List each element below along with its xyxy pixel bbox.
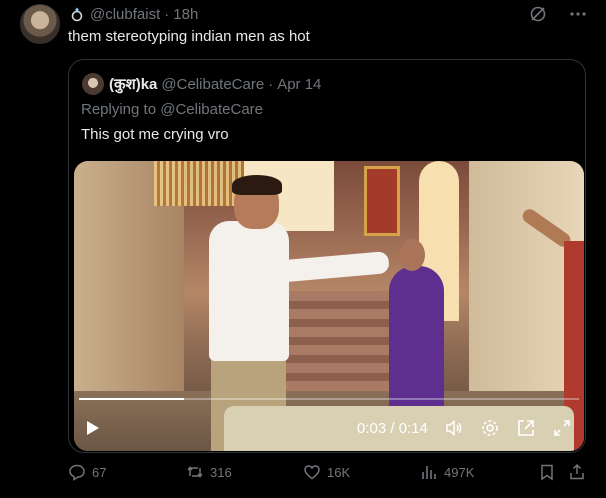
post-top-actions [528,4,588,24]
like-count: 16K [327,464,351,480]
quoted-avatar[interactable] [82,73,104,95]
reply-count: 67 [92,464,107,480]
replying-to: Replying to @CelibateCare [81,101,263,118]
share-icon [568,463,586,481]
play-icon[interactable] [82,418,102,438]
repost-count: 316 [210,464,232,480]
video-control-icons [444,418,572,438]
repost-icon [186,463,204,481]
views-count: 497K [444,464,475,480]
video-controls: 0:03 / 0:14 [74,413,584,443]
post[interactable]: @clubfaist · 18h them stereotyping india… [0,0,606,498]
reply-button[interactable]: 67 [68,463,106,481]
replying-mention[interactable]: @CelibateCare [160,101,263,118]
ring-icon [68,5,86,23]
mute-conversation-icon[interactable] [528,4,548,24]
post-actions: 67 316 16K 497K [68,463,592,483]
post-handle[interactable]: @clubfaist [90,6,160,23]
post-header: @clubfaist · 18h [68,4,198,24]
post-time[interactable]: 18h [173,6,198,23]
settings-icon[interactable] [480,418,500,438]
avatar[interactable] [20,4,60,44]
replying-prefix: Replying to [81,101,157,118]
quoted-handle[interactable]: @CelibateCare [161,76,264,93]
quoted-header: (कुश)ka @CelibateCare · Apr 14 [109,74,321,94]
volume-icon[interactable] [444,418,464,438]
post-text: them stereotyping indian men as hot [68,28,310,45]
video-progress-bar[interactable] [79,398,579,400]
repost-button[interactable]: 316 [186,463,232,481]
separator: · [164,5,170,23]
quoted-post[interactable]: (कुश)ka @CelibateCare · Apr 14 Replying … [68,59,586,453]
views-button[interactable]: 497K [420,463,474,481]
video-progress-fill [79,398,184,400]
popout-icon[interactable] [516,418,536,438]
fullscreen-icon[interactable] [552,418,572,438]
bookmark-button[interactable] [538,463,556,481]
like-icon [303,463,321,481]
bookmark-icon [538,463,556,481]
views-icon [420,463,438,481]
quoted-name[interactable]: (कुश)ka [109,74,157,94]
separator: · [268,75,274,93]
video-time: 0:03 / 0:14 [357,420,428,437]
share-button[interactable] [568,463,586,481]
quoted-text: This got me crying vro [81,126,229,143]
reply-icon [68,463,86,481]
more-icon[interactable] [568,4,588,24]
quoted-date[interactable]: Apr 14 [277,76,321,93]
video-player[interactable]: 0:03 / 0:14 [74,161,584,451]
like-button[interactable]: 16K [303,463,350,481]
